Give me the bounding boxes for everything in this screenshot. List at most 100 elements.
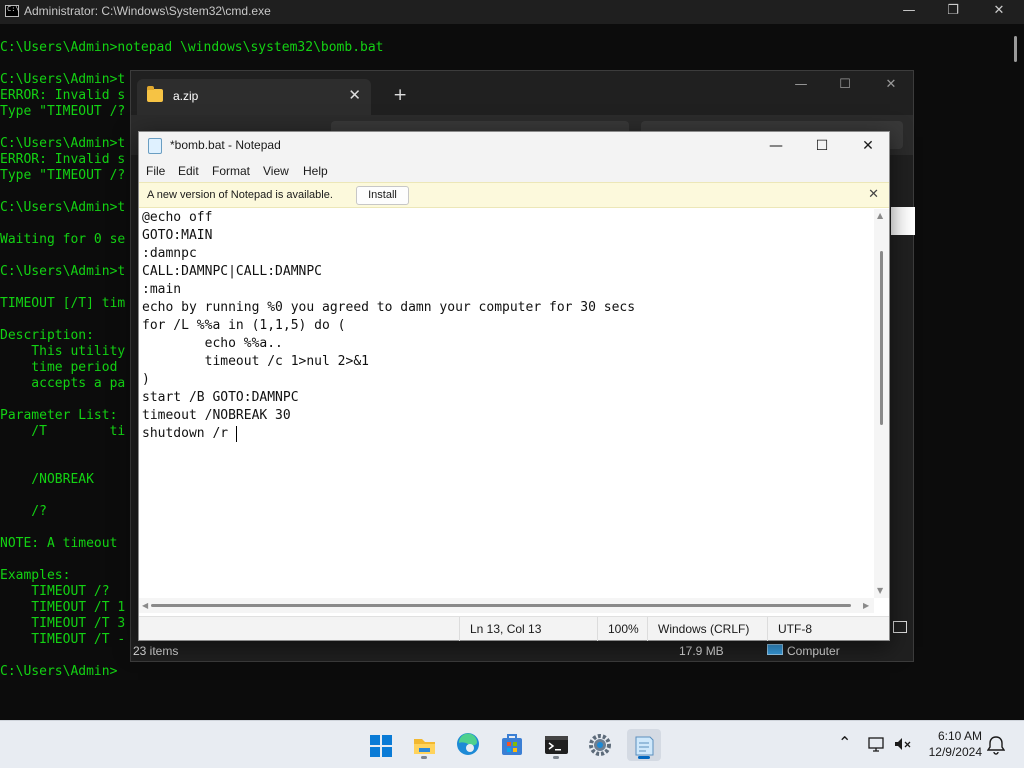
horizontal-scroll-thumb[interactable] bbox=[151, 604, 851, 607]
running-indicator bbox=[421, 756, 427, 759]
text-line: for /L %%a in (1,1,5) do ( bbox=[142, 318, 346, 333]
clock-time[interactable]: 6:10 AM bbox=[924, 729, 982, 743]
menu-file[interactable]: File bbox=[146, 164, 165, 178]
vertical-scrollbar[interactable]: ▲ ▼ bbox=[874, 209, 889, 598]
taskbar-notepad[interactable] bbox=[627, 729, 661, 761]
cmd-scrollbar[interactable] bbox=[1014, 36, 1017, 62]
menu-format[interactable]: Format bbox=[212, 164, 250, 178]
vertical-scroll-thumb[interactable] bbox=[880, 251, 883, 425]
show-hidden-icons-icon[interactable]: ⌃ bbox=[838, 733, 851, 752]
text-line: @echo off bbox=[142, 210, 213, 225]
scroll-down-icon[interactable]: ▼ bbox=[877, 586, 883, 595]
clock-date[interactable]: 12/9/2024 bbox=[924, 745, 982, 759]
cmd-titlebar[interactable]: Administrator: C:\Windows\System32\cmd.e… bbox=[0, 0, 1024, 24]
encoding: UTF-8 bbox=[778, 622, 812, 636]
active-indicator bbox=[638, 756, 650, 759]
close-tab-icon[interactable]: ✕ bbox=[348, 86, 361, 104]
console-line: ERROR: Invalid s bbox=[0, 88, 126, 103]
store-icon bbox=[502, 734, 522, 755]
zoom-level: 100% bbox=[608, 622, 639, 636]
notepad-title: *bomb.bat - Notepad bbox=[170, 138, 281, 152]
volume-muted-icon[interactable] bbox=[893, 735, 913, 755]
menu-edit[interactable]: Edit bbox=[178, 164, 199, 178]
taskbar-store[interactable] bbox=[495, 729, 529, 761]
horizontal-scrollbar[interactable]: ◀ ▶ bbox=[139, 598, 874, 613]
text-line: :main bbox=[142, 282, 182, 297]
notepad-titlebar[interactable]: *bomb.bat - Notepad — ☐ ✕ bbox=[139, 132, 889, 160]
console-line: C:\Users\Admin>t bbox=[0, 72, 126, 87]
explorer-maximize-button[interactable]: ☐ bbox=[825, 77, 865, 97]
scroll-left-icon[interactable]: ◀ bbox=[142, 601, 148, 610]
install-button[interactable]: Install bbox=[356, 186, 409, 205]
text-editor[interactable]: @echo off GOTO:MAIN :damnpc CALL:DAMNPC|CAL… bbox=[139, 209, 874, 598]
text-caret bbox=[236, 426, 237, 442]
cursor-position: Ln 13, Col 13 bbox=[470, 622, 542, 636]
details-view-icon[interactable] bbox=[893, 621, 907, 633]
taskbar-edge[interactable] bbox=[451, 729, 485, 761]
explorer-tab-title: a.zip bbox=[173, 89, 199, 103]
taskbar-terminal[interactable] bbox=[539, 729, 573, 761]
taskbar-settings[interactable] bbox=[583, 729, 617, 761]
console-line: /? bbox=[0, 504, 47, 519]
notepad-maximize-button[interactable]: ☐ bbox=[799, 132, 845, 160]
notepad-window[interactable]: *bomb.bat - Notepad — ☐ ✕ File Edit Form… bbox=[138, 131, 890, 641]
text-line: CALL:DAMNPC|CALL:DAMNPC bbox=[142, 264, 323, 279]
status-divider bbox=[597, 617, 598, 641]
cmd-app-icon bbox=[5, 5, 20, 17]
console-line: NOTE: A timeout bbox=[0, 536, 118, 551]
notepad-close-button[interactable]: ✕ bbox=[845, 132, 891, 160]
text-line: GOTO:MAIN bbox=[142, 228, 213, 243]
menu-help[interactable]: Help bbox=[303, 164, 328, 178]
cmd-title: Administrator: C:\Windows\System32\cmd.e… bbox=[24, 4, 271, 18]
explorer-close-button[interactable]: ✕ bbox=[871, 77, 911, 97]
explorer-tab[interactable]: a.zip ✕ bbox=[137, 79, 371, 115]
selection-size: 17.9 MB bbox=[679, 644, 724, 658]
status-divider bbox=[767, 617, 768, 641]
console-line: Parameter List: bbox=[0, 408, 118, 423]
console-line: Waiting for 0 se bbox=[0, 232, 126, 247]
taskbar-file-explorer[interactable] bbox=[407, 729, 441, 761]
cmd-maximize-button[interactable]: ❐ bbox=[930, 0, 976, 24]
text-line: timeout /NOBREAK 30 bbox=[142, 408, 291, 423]
infobar-close-icon[interactable]: ✕ bbox=[868, 187, 879, 202]
notepad-menubar: File Edit Format View Help bbox=[139, 160, 889, 182]
status-divider bbox=[647, 617, 648, 641]
new-tab-button[interactable]: + bbox=[393, 85, 407, 105]
text-line: shutdown /r bbox=[142, 426, 236, 441]
console-line: TIMEOUT /T 1 bbox=[0, 600, 126, 615]
text-line: :damnpc bbox=[142, 246, 197, 261]
settings-icon bbox=[589, 734, 611, 756]
menu-view[interactable]: View bbox=[263, 164, 289, 178]
network-icon[interactable] bbox=[867, 735, 887, 755]
notepad-status-bar: Ln 13, Col 13 100% Windows (CRLF) UTF-8 bbox=[139, 616, 889, 641]
console-line: C:\Users\Admin>notepad \windows\system32… bbox=[0, 40, 384, 55]
text-line: start /B GOTO:DAMNPC bbox=[142, 390, 299, 405]
text-line: echo by running %0 you agreed to damn yo… bbox=[142, 300, 636, 315]
notepad-minimize-button[interactable]: — bbox=[753, 132, 799, 160]
taskbar: ⌃ 6:10 AM 12/9/2024 bbox=[0, 720, 1024, 768]
scroll-up-icon[interactable]: ▲ bbox=[877, 211, 883, 220]
console-line: TIMEOUT /T - bbox=[0, 632, 126, 647]
explorer-content-edge bbox=[891, 207, 915, 235]
console-line: TIMEOUT /T 3 bbox=[0, 616, 126, 631]
console-line: C:\Users\Admin>t bbox=[0, 200, 126, 215]
console-line: time period bbox=[0, 360, 118, 375]
running-indicator bbox=[553, 756, 559, 759]
edge-icon bbox=[457, 733, 479, 755]
console-line: ERROR: Invalid s bbox=[0, 152, 126, 167]
explorer-status-bar: 23 items 17.9 MB Computer bbox=[131, 641, 913, 661]
notepad-app-icon bbox=[148, 138, 162, 154]
console-line: Type "TIMEOUT /? bbox=[0, 104, 126, 119]
console-line: /T ti bbox=[0, 424, 126, 439]
console-line: Type "TIMEOUT /? bbox=[0, 168, 126, 183]
explorer-minimize-button[interactable]: — bbox=[781, 77, 821, 97]
notification-bell-icon[interactable] bbox=[987, 735, 1005, 755]
status-divider bbox=[459, 617, 460, 641]
console-line: TIMEOUT [/T] tim bbox=[0, 296, 126, 311]
update-infobar: A new version of Notepad is available. I… bbox=[139, 182, 889, 208]
start-button[interactable] bbox=[363, 729, 397, 761]
scroll-right-icon[interactable]: ▶ bbox=[863, 601, 869, 610]
cmd-close-button[interactable]: ✕ bbox=[976, 0, 1022, 24]
location-label: Computer bbox=[787, 644, 840, 658]
cmd-minimize-button[interactable]: — bbox=[886, 0, 932, 24]
